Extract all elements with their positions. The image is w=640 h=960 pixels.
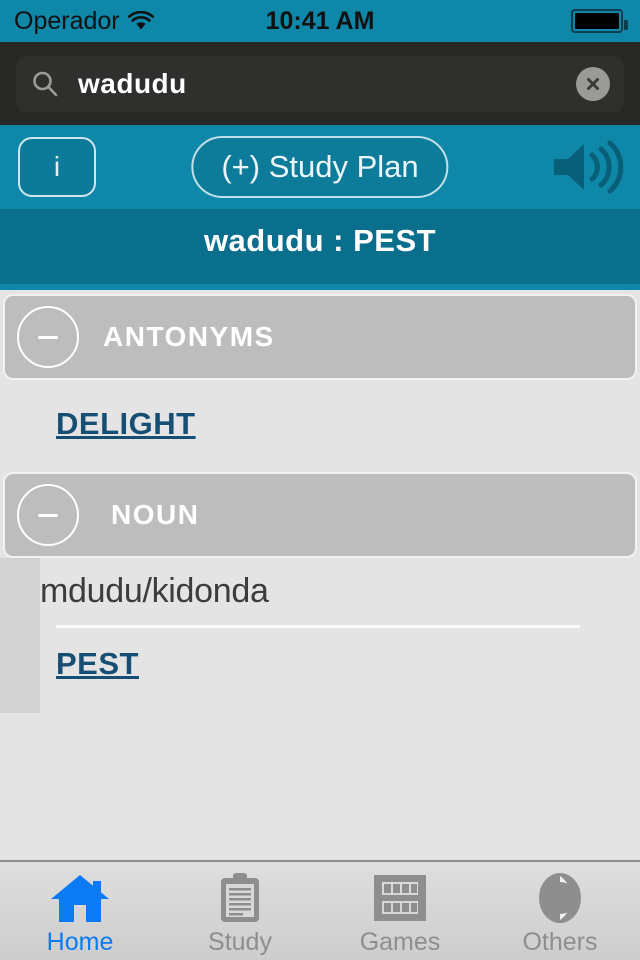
section-header-antonyms[interactable]: ANTONYMS — [3, 294, 637, 380]
tab-label-study: Study — [208, 927, 272, 956]
add-study-plan-button[interactable]: (+) Study Plan — [191, 136, 449, 198]
antonym-link-delight[interactable]: DELIGHT — [56, 406, 196, 441]
pie-chart-icon — [536, 872, 584, 924]
minus-circle-icon[interactable] — [17, 306, 79, 368]
app-screen: Operador 10:41 AM wadudu i (+) Study Pla… — [0, 0, 640, 960]
list-item: DELIGHT — [0, 380, 640, 468]
gloss-text: mdudu/kidonda — [40, 572, 269, 610]
tab-study[interactable]: Study — [160, 862, 320, 960]
tab-games[interactable]: Games — [320, 862, 480, 960]
search-input-value: wadudu — [78, 67, 187, 99]
clock-label: 10:41 AM — [265, 6, 375, 35]
tab-label-games: Games — [359, 927, 441, 956]
clipboard-icon — [217, 872, 263, 924]
abacus-icon — [372, 872, 428, 924]
tab-label-others: Others — [522, 927, 598, 956]
minus-circle-icon[interactable] — [17, 484, 79, 546]
home-icon — [49, 872, 111, 924]
tab-label-home: Home — [46, 927, 114, 956]
search-bar-container: wadudu — [0, 42, 640, 125]
section-title-antonyms: ANTONYMS — [103, 321, 275, 352]
tab-home[interactable]: Home — [0, 862, 160, 960]
section-header-noun[interactable]: NOUN — [3, 472, 637, 558]
status-bar: Operador 10:41 AM — [0, 0, 640, 42]
tab-others[interactable]: Others — [480, 862, 640, 960]
clear-circle-icon[interactable] — [576, 66, 610, 101]
section-left-rail — [0, 558, 40, 713]
entry-title-bar: wadudu : PEST — [0, 209, 640, 290]
page-title: wadudu : PEST — [203, 223, 437, 258]
section-title-noun: NOUN — [111, 499, 200, 530]
search-input[interactable]: wadudu — [16, 55, 624, 112]
noun-section-body: mdudu/kidonda PEST — [0, 558, 640, 713]
info-button[interactable]: i — [18, 137, 96, 197]
noun-link-pest[interactable]: PEST — [56, 646, 139, 681]
bottom-tab-bar: Home Study Games Others — [0, 860, 640, 960]
speaker-volume-icon[interactable] — [548, 138, 624, 196]
definition-list: ANTONYMS DELIGHT NOUN mdudu/kidonda PEST — [0, 290, 640, 860]
list-item: PEST — [0, 628, 640, 682]
action-toolbar: i (+) Study Plan — [0, 125, 640, 209]
search-icon — [30, 69, 60, 99]
battery-full-icon — [571, 9, 628, 33]
